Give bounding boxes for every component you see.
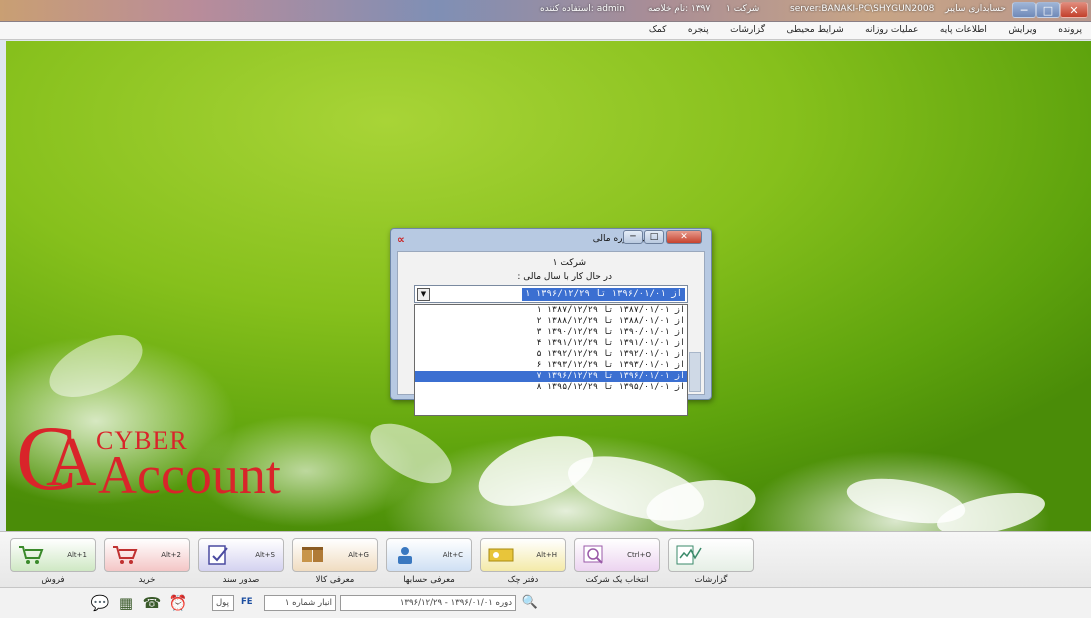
shortcut-label: Alt+C: [442, 551, 463, 559]
dialog-close-button[interactable]: ✕: [666, 230, 702, 244]
fiscal-year-prompt: در حال کار با سال مالی :: [517, 272, 612, 282]
company-select-icon: [583, 545, 603, 564]
dialog-minimize-button[interactable]: ─: [623, 230, 643, 244]
menu-environment[interactable]: شرایط محیطی: [778, 22, 853, 35]
shortcut-label: Alt+1: [67, 551, 87, 559]
menu-file[interactable]: پرونده: [1049, 22, 1091, 35]
dialog-title-bar[interactable]: ∝ تغییر دوره مالی ─ □ ✕: [391, 229, 711, 251]
chat-icon[interactable]: 💬: [90, 593, 110, 613]
app-title: حسابداری سایبر: [945, 4, 1006, 14]
shortcut-label: Alt+2: [161, 551, 181, 559]
minimize-button[interactable]: ─: [1012, 2, 1036, 18]
purchase-label: خرید: [138, 575, 156, 585]
dropdown-option[interactable]: ۵ از ۱۳۹۲/۰۱/۰۱ تا ۱۳۹۲/۱۲/۲۹: [415, 349, 687, 360]
menu-edit[interactable]: ویرایش: [999, 22, 1045, 35]
quick-access-toolbar: Alt+1 فروش Alt+2 خرید Alt+S صدور سند Alt…: [0, 531, 1091, 587]
reports-button[interactable]: [668, 538, 754, 572]
title-bar: admin :استفاده کننده ۱۳۹۷ :نام خلاصه شرک…: [0, 0, 1091, 22]
fiscal-year-select[interactable]: ▼ ۱ از ۱۳۹۶/۰۱/۰۱ تا ۱۳۹۶/۱۲/۲۹: [414, 285, 688, 303]
fiscal-period-field[interactable]: دوره ۱۳۹۶/۰۱/۰۱ - ۱۳۹۶/۱۲/۲۹: [340, 595, 516, 611]
dropdown-option[interactable]: ۳ از ۱۳۹۰/۰۱/۰۱ تا ۱۳۹۰/۱۲/۲۹: [415, 327, 687, 338]
fiscal-year-selected-value: ۱ از ۱۳۹۶/۰۱/۰۱ تا ۱۳۹۶/۱۲/۲۹: [521, 288, 685, 301]
alarm-clock-icon[interactable]: ⏰: [168, 593, 188, 613]
dropdown-option[interactable]: ۲ از ۱۳۸۸/۰۱/۰۱ تا ۱۳۸۸/۱۲/۲۹: [415, 316, 687, 327]
menu-bar: پرونده ویرایش اطلاعات پایه عملیات روزانه…: [0, 22, 1091, 40]
maximize-button[interactable]: □: [1036, 2, 1060, 18]
search-icon[interactable]: 🔍: [520, 593, 540, 613]
app-logo-icon: ∝: [397, 233, 405, 246]
chevron-down-icon[interactable]: ▼: [417, 288, 430, 301]
dropdown-option[interactable]: ۱ از ۱۳۸۷/۰۱/۰۱ تا ۱۳۸۷/۱۲/۲۹: [415, 305, 687, 316]
menu-help[interactable]: کمک: [640, 22, 676, 35]
checkbook-button[interactable]: Alt+H: [480, 538, 566, 572]
shortcut-label: Alt+H: [536, 551, 557, 559]
menu-base-info[interactable]: اطلاعات پایه: [931, 22, 996, 35]
cart-buy-icon: [113, 546, 138, 564]
shortcut-label: Alt+S: [255, 551, 275, 559]
cart-icon: [19, 546, 44, 564]
fiscal-year-dropdown-list[interactable]: ۱ از ۱۳۸۷/۰۱/۰۱ تا ۱۳۸۷/۱۲/۲۹ ۲ از ۱۳۸۸/…: [414, 304, 688, 416]
calculator-icon[interactable]: ▦: [116, 593, 136, 613]
dialog-maximize-button[interactable]: □: [644, 230, 664, 244]
issue-document-label: صدور سند: [222, 575, 260, 585]
define-goods-label: معرفی کالا: [315, 575, 355, 585]
menu-window[interactable]: پنجره: [679, 22, 718, 35]
user-info: admin :استفاده کننده: [540, 4, 625, 14]
define-accounts-button[interactable]: Alt+C: [386, 538, 472, 572]
document-check-icon: [208, 545, 228, 565]
status-bar: 💬 ▦ ☎ ⏰ پول FE انبار شماره ۱ دوره ۱۳۹۶/۰…: [0, 587, 1091, 618]
checkbook-icon: [488, 548, 514, 562]
flower-petal: [40, 322, 152, 410]
reports-label: گزارشات: [694, 575, 728, 585]
phone-book-icon[interactable]: ☎: [142, 593, 162, 613]
shortcut-label: Alt+G: [348, 551, 369, 559]
sales-button[interactable]: Alt+1: [10, 538, 96, 572]
dropdown-option[interactable]: ۸ از ۱۳۹۵/۰۱/۰۱ تا ۱۳۹۵/۱۲/۲۹: [415, 382, 687, 393]
purchase-button[interactable]: Alt+2: [104, 538, 190, 572]
warehouse-field[interactable]: انبار شماره ۱: [264, 595, 336, 611]
select-company-button[interactable]: Ctrl+O: [574, 538, 660, 572]
menu-reports[interactable]: گزارشات: [721, 22, 774, 35]
dropdown-option[interactable]: ۷ از ۱۳۹۶/۰۱/۰۱ تا ۱۳۹۶/۱۲/۲۹: [415, 371, 687, 382]
define-goods-button[interactable]: Alt+G: [292, 538, 378, 572]
checkbook-label: دفتر چک: [507, 575, 539, 585]
menu-daily-operations[interactable]: عملیات روزانه: [856, 22, 927, 35]
accounts-icon: [398, 547, 412, 564]
select-company-label: انتخاب یک شرکت: [585, 575, 649, 585]
numeric-mode-indicator: پول: [212, 595, 234, 611]
flower-petal: [360, 411, 462, 496]
company-info: شرکت ۱: [726, 4, 760, 14]
logo-word-account: Account: [98, 445, 281, 505]
reports-icon: [676, 545, 702, 565]
dialog-scrollbar[interactable]: [689, 352, 701, 392]
shortcut-label: Ctrl+O: [627, 551, 651, 559]
issue-document-button[interactable]: Alt+S: [198, 538, 284, 572]
dropdown-option[interactable]: ۴ از ۱۳۹۱/۰۱/۰۱ تا ۱۳۹۱/۱۲/۲۹: [415, 338, 687, 349]
fiscal-year-info: ۱۳۹۷ :نام خلاصه: [648, 4, 711, 14]
server-info: server:BANAKI-PC\SHYGUN2008: [790, 4, 935, 14]
company-label: شرکت ۱: [552, 258, 586, 268]
cyber-account-logo: C A CYBER Account: [16, 412, 346, 508]
sales-label: فروش: [41, 575, 65, 585]
goods-icon: [302, 547, 323, 562]
dropdown-option[interactable]: ۶ از ۱۳۹۳/۰۱/۰۱ تا ۱۳۹۳/۱۲/۲۹: [415, 360, 687, 371]
flower-petal: [933, 484, 1049, 531]
define-accounts-label: معرفی حسابها: [403, 575, 455, 585]
language-indicator: FE: [241, 597, 253, 607]
logo-letter-a: A: [46, 424, 97, 501]
close-button[interactable]: ✕: [1060, 2, 1088, 18]
